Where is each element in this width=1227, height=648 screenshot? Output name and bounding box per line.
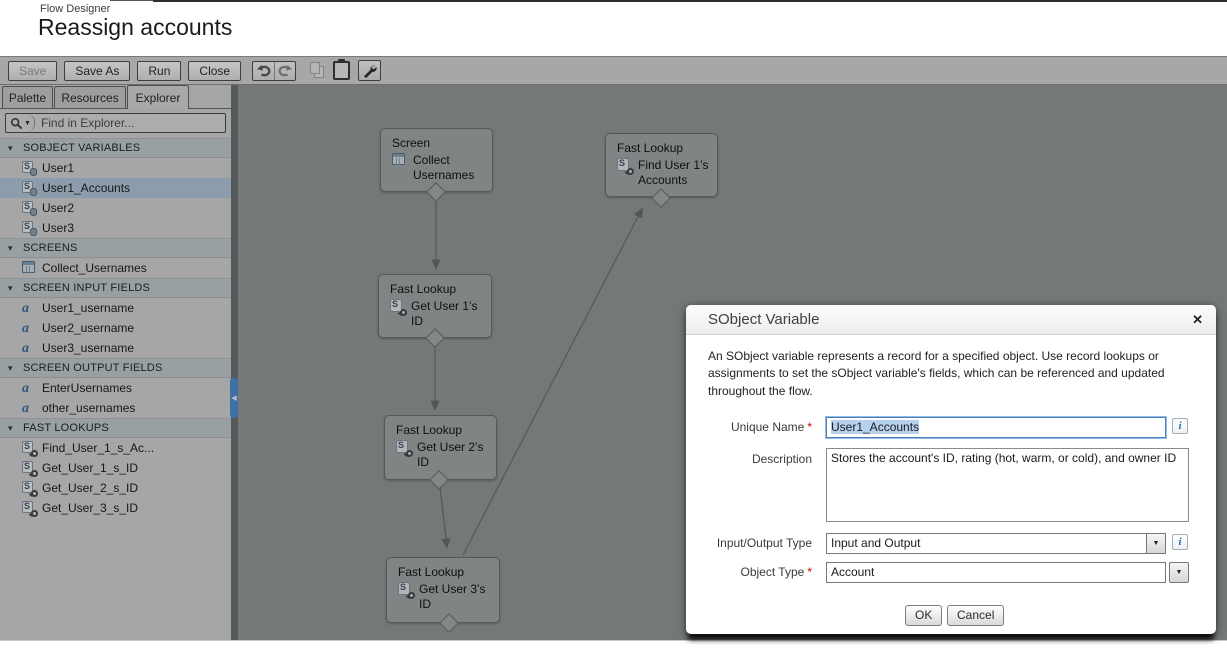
description-label: Description xyxy=(751,452,812,466)
sobject-variable-icon: S xyxy=(22,181,37,196)
chevron-down-icon: ▾ xyxy=(8,142,13,153)
tree-item-user2-username[interactable]: a User2_username xyxy=(0,318,231,338)
chevron-down-icon: ▼ xyxy=(24,119,31,127)
screen-icon xyxy=(392,153,407,168)
search-placeholder: Find in Explorer... xyxy=(40,116,135,130)
save-button[interactable]: Save xyxy=(8,60,58,81)
sobject-variable-icon: S xyxy=(22,161,37,176)
io-type-select[interactable]: Input and Output ▼ xyxy=(826,533,1166,554)
flow-node-collect-usernames[interactable]: Screen Collect Usernames xyxy=(380,128,493,192)
text-field-icon: a xyxy=(22,401,29,416)
sobject-variable-dialog: SObject Variable ✕ An SObject variable r… xyxy=(686,305,1216,634)
tree-item-user1-username[interactable]: a User1_username xyxy=(0,298,231,318)
close-icon[interactable]: ✕ xyxy=(1192,312,1203,327)
tree-item-get-user-3-s-id[interactable]: S Get_User_3_s_ID xyxy=(0,498,231,518)
tab-palette[interactable]: Palette xyxy=(2,86,53,109)
flow-node-get-user-3s-id[interactable]: Fast Lookup S Get User 3’s ID xyxy=(386,557,500,623)
io-type-label: Input/Output Type xyxy=(716,536,812,550)
explorer-sidebar: Palette Resources Explorer ▼ Find in Exp… xyxy=(0,85,231,640)
fast-lookup-icon: S xyxy=(617,158,634,175)
cancel-button[interactable]: Cancel xyxy=(947,605,1005,626)
dialog-title: SObject Variable xyxy=(686,305,1216,335)
sobject-variable-icon: S xyxy=(22,221,37,236)
tree-item-user1[interactable]: S User1 xyxy=(0,158,231,178)
chevron-down-icon: ▾ xyxy=(8,242,13,253)
required-marker: * xyxy=(807,420,812,434)
tree-item-get-user-1-s-id[interactable]: S Get_User_1_s_ID xyxy=(0,458,231,478)
unique-name-input[interactable]: User1_Accounts xyxy=(826,417,1166,438)
required-marker: * xyxy=(807,565,812,579)
info-icon[interactable]: i xyxy=(1172,534,1188,550)
undo-icon[interactable] xyxy=(253,62,274,80)
fast-lookup-icon: S xyxy=(390,299,407,316)
object-type-dropdown-button[interactable]: ▼ xyxy=(1169,562,1189,583)
text-field-icon: a xyxy=(22,321,29,336)
flow-node-get-user-1s-id[interactable]: Fast Lookup S Get User 1’s ID xyxy=(378,274,492,338)
save-as-button[interactable]: Save As xyxy=(64,60,131,81)
text-field-icon: a xyxy=(22,381,29,396)
undo-redo-group xyxy=(252,60,297,81)
redo-icon[interactable] xyxy=(274,61,295,80)
page-title: Reassign accounts xyxy=(38,14,233,40)
wrench-icon[interactable] xyxy=(358,60,382,81)
sobject-variable-icon: S xyxy=(22,201,37,216)
close-button[interactable]: Close xyxy=(188,60,242,81)
tree-item-user1-accounts[interactable]: S User1_Accounts xyxy=(0,178,231,198)
flow-node-get-user-2s-id[interactable]: Fast Lookup S Get User 2’s ID xyxy=(384,415,497,480)
fast-lookup-icon: S xyxy=(22,501,38,517)
tree-section-screen-input-fields[interactable]: ▾ SCREEN INPUT FIELDS xyxy=(0,278,231,298)
description-textarea[interactable]: Stores the account's ID, rating (hot, wa… xyxy=(826,448,1189,522)
search-icon[interactable]: ▼ xyxy=(6,114,35,132)
text-field-icon: a xyxy=(22,341,29,356)
tree-item-find-user-1-s-ac[interactable]: S Find_User_1_s_Ac... xyxy=(0,438,231,458)
tree-item-other-usernames[interactable]: a other_usernames xyxy=(0,398,231,418)
tab-resources[interactable]: Resources xyxy=(54,86,126,109)
tree-item-collect-usernames[interactable]: Collect_Usernames xyxy=(0,258,231,278)
tree-item-user3[interactable]: S User3 xyxy=(0,218,231,238)
flow-designer-app: Flow Designer Reassign accounts Save Sav… xyxy=(0,0,1227,648)
copy-icon[interactable] xyxy=(310,62,325,79)
run-button[interactable]: Run xyxy=(137,60,182,81)
fast-lookup-icon: S xyxy=(398,582,415,599)
ok-button[interactable]: OK xyxy=(905,605,943,626)
toolbar: Save Save As Run Close xyxy=(0,56,1227,85)
flow-node-find-user-1s-accounts[interactable]: Fast Lookup S Find User 1’s Accounts xyxy=(605,133,718,197)
window-top-border xyxy=(153,0,1227,2)
chevron-down-icon: ▾ xyxy=(8,362,13,373)
chevron-left-icon: ◀ xyxy=(231,395,237,402)
tree-section-screens[interactable]: ▾ SCREENS xyxy=(0,238,231,258)
info-icon[interactable]: i xyxy=(1172,418,1188,434)
tree-item-get-user-2-s-id[interactable]: S Get_User_2_s_ID xyxy=(0,478,231,498)
screen-icon xyxy=(22,261,36,275)
tab-explorer[interactable]: Explorer xyxy=(127,85,189,109)
chevron-down-icon[interactable]: ▼ xyxy=(1146,534,1165,553)
chevron-down-icon: ▾ xyxy=(8,282,13,293)
tree-section-sobject-variables[interactable]: ▾ SOBJECT VARIABLES xyxy=(0,138,231,158)
object-type-label: Object Type * xyxy=(740,565,813,579)
object-type-input[interactable]: Account xyxy=(826,562,1166,583)
sidebar-splitter[interactable] xyxy=(231,85,238,640)
fast-lookup-icon: S xyxy=(22,481,38,497)
chevron-down-icon: ▾ xyxy=(8,422,13,433)
tree-item-user3-username[interactable]: a User3_username xyxy=(0,338,231,358)
dialog-description-text: An SObject variable represents a record … xyxy=(708,349,1165,398)
text-field-icon: a xyxy=(22,301,29,316)
paste-icon[interactable] xyxy=(333,59,351,80)
unique-name-label: Unique Name * xyxy=(730,420,812,434)
explorer-search-input[interactable]: ▼ Find in Explorer... xyxy=(5,113,226,133)
tree-item-user2[interactable]: S User2 xyxy=(0,198,231,218)
fast-lookup-icon: S xyxy=(396,440,413,457)
tree-item-enterusernames[interactable]: a EnterUsernames xyxy=(0,378,231,398)
selected-text: User1_Accounts xyxy=(831,420,920,434)
tree-section-fast-lookups[interactable]: ▾ FAST LOOKUPS xyxy=(0,418,231,438)
fast-lookup-icon: S xyxy=(22,461,38,477)
sidebar-collapse-handle[interactable]: ◀ xyxy=(230,378,238,418)
tree-section-screen-output-fields[interactable]: ▾ SCREEN OUTPUT FIELDS xyxy=(0,358,231,378)
sidebar-tabs: Palette Resources Explorer xyxy=(0,85,231,109)
fast-lookup-icon: S xyxy=(22,441,38,457)
window-tab-edge xyxy=(110,0,153,1)
